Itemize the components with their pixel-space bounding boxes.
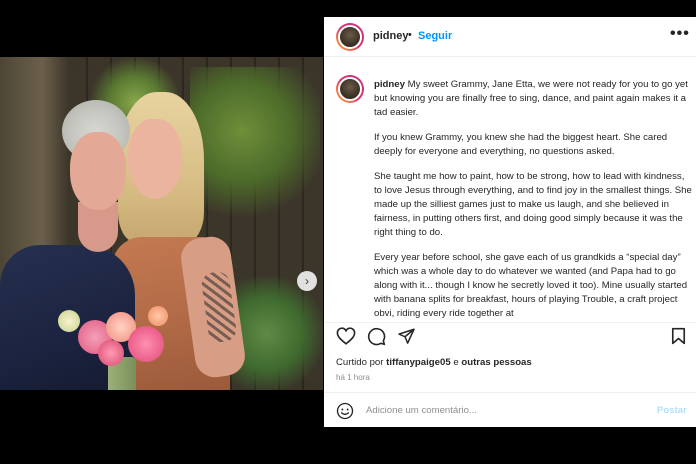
post-details-panel: pidney • Seguir ••• pidney My sweet Gram… — [324, 17, 696, 427]
share-icon[interactable] — [397, 327, 416, 345]
emoji-icon[interactable] — [336, 402, 354, 420]
timestamp: há 1 hora — [336, 373, 370, 382]
caption-username[interactable]: pidney — [374, 79, 405, 90]
action-bar — [324, 322, 696, 346]
caption-paragraph: If you knew Grammy, you knew she had the… — [374, 132, 668, 157]
follow-button[interactable]: Seguir — [418, 30, 452, 42]
foliage — [190, 67, 320, 227]
likes-summary: Curtido por tiffanypaige05 e outras pess… — [336, 357, 532, 368]
young-woman-face — [128, 119, 182, 199]
liker-username[interactable]: tiffanypaige05 — [386, 357, 451, 368]
heart-icon[interactable] — [336, 327, 356, 345]
likes-others-link[interactable]: outras pessoas — [461, 357, 531, 368]
post-header: pidney • Seguir ••• — [324, 17, 696, 57]
comment-icon[interactable] — [367, 327, 386, 346]
avatar[interactable] — [336, 23, 364, 51]
caption-area: pidney My sweet Grammy, Jane Etta, we we… — [324, 72, 696, 330]
caption-paragraph: My sweet Grammy, Jane Etta, we were not … — [374, 79, 688, 118]
likes-prefix: Curtido por — [336, 357, 384, 368]
grandma-face — [70, 132, 126, 210]
separator-dot: • — [408, 29, 412, 41]
post-comment-button[interactable]: Postar — [657, 405, 687, 416]
header-username[interactable]: pidney — [373, 30, 408, 42]
comment-input[interactable]: Adicione um comentário... — [366, 405, 477, 416]
caption-paragraph: She taught me how to paint, how to be st… — [374, 171, 692, 238]
post-photo[interactable]: › — [0, 57, 323, 390]
bookmark-icon[interactable] — [671, 327, 686, 345]
avatar[interactable] — [336, 75, 364, 103]
chevron-right-icon: › — [305, 274, 309, 288]
more-icon[interactable]: ••• — [670, 25, 690, 43]
comment-bar: Adicione um comentário... Postar — [324, 392, 696, 427]
caption-text: pidney My sweet Grammy, Jane Etta, we we… — [374, 78, 692, 330]
flower-bouquet — [58, 302, 178, 377]
caption-paragraph: Every year before school, she gave each … — [374, 252, 688, 319]
next-slide-button[interactable]: › — [297, 271, 317, 291]
likes-conjunction: e — [453, 357, 459, 368]
